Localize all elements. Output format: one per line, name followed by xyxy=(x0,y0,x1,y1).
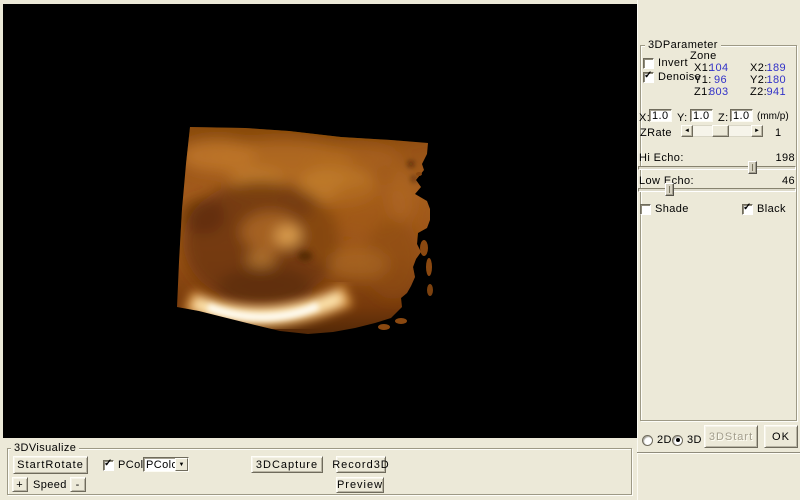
zone-x2-value: 189 xyxy=(765,62,786,74)
shade-checkbox-box[interactable]: ✓ xyxy=(640,204,651,215)
zrate-scrollbar-track[interactable] xyxy=(693,125,751,137)
mode-3d-radio-circle[interactable] xyxy=(672,435,683,446)
dropdown-arrow-icon[interactable]: ▼ xyxy=(175,458,188,471)
low-echo-slider-track[interactable] xyxy=(638,188,796,192)
parameter-groupbox xyxy=(640,45,797,421)
invert-label: Invert xyxy=(658,57,688,69)
record-3d-button[interactable]: Record3D xyxy=(336,456,386,473)
zrate-left-arrow-icon[interactable]: ◄ xyxy=(681,125,693,137)
scale-z-input[interactable] xyxy=(730,109,753,122)
zone-x1-label: X1: xyxy=(694,62,709,74)
scale-x-input[interactable] xyxy=(649,109,672,122)
speed-label: Speed xyxy=(33,479,67,491)
low-echo-slider-thumb[interactable] xyxy=(665,183,674,196)
visualize-groupbox-title: 3DVisualize xyxy=(11,442,79,454)
scale-z-label: Z: xyxy=(718,112,729,124)
pcolor-dropdown[interactable]: PColor ▼ xyxy=(143,457,189,472)
radio-dot xyxy=(676,438,680,442)
denoise-checkbox[interactable]: ✓ Denoise xyxy=(643,71,701,83)
shade-label: Shade xyxy=(655,203,689,215)
pcolor-dropdown-value: PColor xyxy=(144,458,175,471)
low-echo-value: 46 xyxy=(765,175,795,187)
render-viewport[interactable] xyxy=(3,4,637,438)
hi-echo-slider-thumb[interactable] xyxy=(748,161,757,174)
zrate-value: 1 xyxy=(775,127,782,139)
preview-button[interactable]: Preview xyxy=(336,477,384,493)
shade-checkbox[interactable]: ✓ Shade xyxy=(640,203,689,215)
zone-x1-value: 104 xyxy=(709,62,727,74)
right-panel-divider xyxy=(637,452,800,454)
zone-readout: X1: 104 X2: 189 Y1: 96 Y2: 180 Z1: 803 Z… xyxy=(694,62,786,98)
scale-unit-label: (mm/p) xyxy=(757,111,789,122)
pcolor-checkbox-box[interactable]: ✓ xyxy=(103,460,114,471)
zone-z1-label: Z1: xyxy=(694,86,709,98)
mode-2d-radio-circle[interactable] xyxy=(642,435,653,446)
hi-echo-value: 198 xyxy=(765,152,795,164)
speed-minus-button[interactable]: - xyxy=(70,477,86,492)
zrate-scrollbar[interactable]: ◄ ► xyxy=(681,125,763,137)
speed-plus-button[interactable]: + xyxy=(12,477,28,492)
zone-y1-label: Y1: xyxy=(694,74,709,86)
scale-y-label: Y: xyxy=(677,112,688,124)
zrate-scrollbar-thumb[interactable] xyxy=(712,125,729,137)
hi-echo-label: Hi Echo: xyxy=(639,152,684,164)
black-label: Black xyxy=(757,203,786,215)
black-checkbox[interactable]: ✓ Black xyxy=(742,203,786,215)
capture-3d-button[interactable]: 3DCapture xyxy=(251,456,323,473)
start3d-button[interactable]: 3DStart xyxy=(704,425,758,448)
zone-y2-value: 180 xyxy=(765,74,786,86)
zone-y1-value: 96 xyxy=(709,74,727,86)
ok-button[interactable]: OK xyxy=(764,425,798,448)
mode-3d-radio[interactable]: 3D xyxy=(672,434,702,446)
zone-z2-label: Z2: xyxy=(750,86,765,98)
ultrasound-render-3d xyxy=(3,4,637,438)
zone-title: Zone xyxy=(690,50,717,62)
denoise-checkbox-box[interactable]: ✓ xyxy=(643,72,654,83)
zone-y2-label: Y2: xyxy=(750,74,765,86)
scale-y-input[interactable] xyxy=(690,109,713,122)
mode-3d-label: 3D xyxy=(687,434,702,446)
zone-x2-label: X2: xyxy=(750,62,765,74)
hi-echo-slider-track[interactable] xyxy=(638,166,796,170)
zrate-label: ZRate xyxy=(640,127,672,139)
check-icon: ✓ xyxy=(743,202,751,213)
invert-checkbox-box[interactable]: ✓ xyxy=(643,58,654,69)
mode-2d-radio[interactable]: 2D xyxy=(642,434,672,446)
mode-2d-label: 2D xyxy=(657,434,672,446)
invert-checkbox[interactable]: ✓ Invert xyxy=(643,57,688,69)
app-window: 3DParameter ✓ Invert ✓ Denoise Zone X1: … xyxy=(0,0,800,500)
check-icon: ✓ xyxy=(644,70,652,81)
zone-z1-value: 803 xyxy=(709,86,727,98)
zone-z2-value: 941 xyxy=(765,86,786,98)
black-checkbox-box[interactable]: ✓ xyxy=(742,204,753,215)
start-rotate-button[interactable]: StartRotate xyxy=(13,456,88,474)
check-icon: ✓ xyxy=(104,458,112,469)
zrate-right-arrow-icon[interactable]: ► xyxy=(751,125,763,137)
